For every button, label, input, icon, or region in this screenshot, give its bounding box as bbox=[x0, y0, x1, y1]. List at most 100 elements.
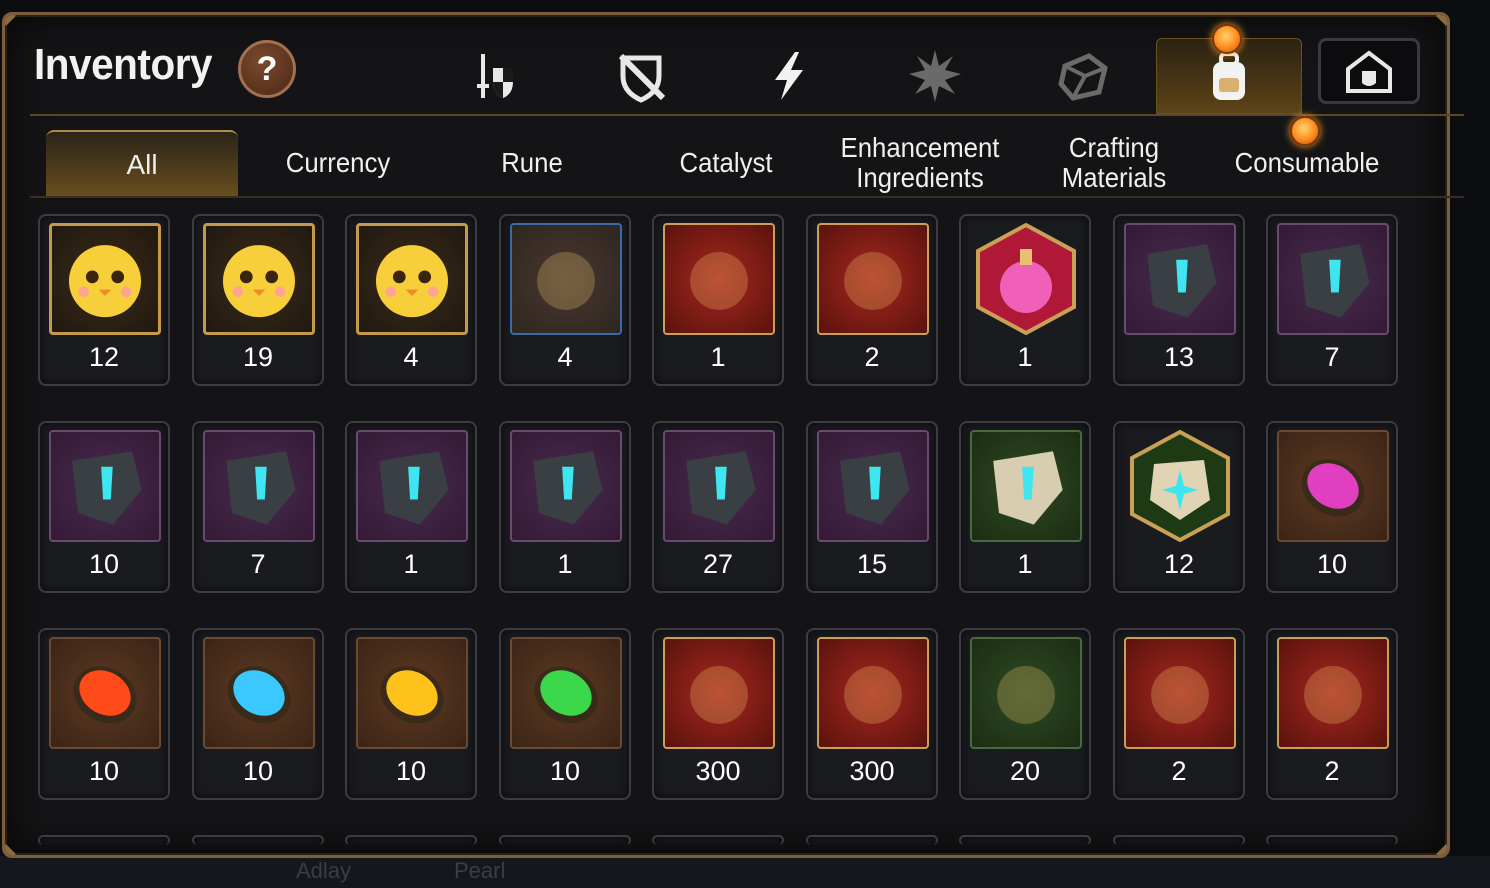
inventory-slot[interactable] bbox=[38, 835, 170, 845]
item-count: 1 bbox=[403, 549, 419, 579]
page-title: Inventory bbox=[34, 40, 213, 89]
inventory-slot[interactable]: 1 bbox=[959, 421, 1091, 593]
hammer-rune-stone-icon bbox=[663, 430, 775, 542]
boot-rune-stone-icon bbox=[203, 430, 315, 542]
item-count: 27 bbox=[702, 549, 734, 579]
inventory-slot[interactable] bbox=[1113, 835, 1245, 845]
pink-gem-icon bbox=[1277, 430, 1389, 542]
tab-currency[interactable]: Currency bbox=[253, 130, 422, 196]
tab-rune[interactable]: Rune bbox=[447, 130, 616, 196]
item-count: 7 bbox=[1324, 342, 1340, 372]
inventory-slot[interactable]: 1 bbox=[652, 214, 784, 386]
item-count: 1 bbox=[1017, 342, 1033, 372]
inventory-slot[interactable]: 10 bbox=[499, 628, 631, 800]
inventory-slot[interactable]: 12 bbox=[1113, 421, 1245, 593]
tab-enhancement-ingredients[interactable]: Enhancement Ingredients bbox=[834, 130, 1007, 196]
inventory-slot[interactable]: 19 bbox=[192, 214, 324, 386]
notification-dot bbox=[1290, 116, 1320, 146]
item-count: 300 bbox=[849, 756, 895, 786]
inventory-slot[interactable]: 10 bbox=[1266, 421, 1398, 593]
inventory-slot[interactable] bbox=[806, 835, 938, 845]
red-horn-icon bbox=[1124, 637, 1236, 749]
background-label: Pearl bbox=[454, 858, 506, 883]
yellow-mascot-brown-icon bbox=[203, 223, 315, 335]
item-count: 10 bbox=[549, 756, 581, 786]
inventory-slot[interactable]: 7 bbox=[192, 421, 324, 593]
item-count: 1 bbox=[710, 342, 726, 372]
item-count: 12 bbox=[1163, 549, 1195, 579]
dark-dust-icon bbox=[1277, 637, 1389, 749]
inventory-slot[interactable]: 13 bbox=[1113, 214, 1245, 386]
item-count: 2 bbox=[864, 342, 880, 372]
inventory-slot[interactable]: 300 bbox=[652, 628, 784, 800]
background-strip bbox=[0, 856, 1490, 888]
rainbow-crystal-icon bbox=[663, 637, 775, 749]
inventory-slot[interactable]: 1 bbox=[345, 421, 477, 593]
star-white-stone-icon bbox=[1124, 430, 1236, 542]
inventory-slot[interactable] bbox=[959, 835, 1091, 845]
cube-icon bbox=[1058, 53, 1108, 101]
inventory-slot[interactable]: 10 bbox=[38, 628, 170, 800]
inventory-slot[interactable]: 1 bbox=[499, 421, 631, 593]
inventory-slot[interactable]: 15 bbox=[806, 421, 938, 593]
gold-crystals-icon bbox=[510, 223, 622, 335]
tab-catalyst[interactable]: Catalyst bbox=[641, 130, 810, 196]
item-count: 4 bbox=[403, 342, 419, 372]
notification-dot bbox=[1212, 24, 1242, 54]
inventory-slot[interactable] bbox=[499, 835, 631, 845]
item-count: 10 bbox=[88, 549, 120, 579]
inventory-slot[interactable]: 10 bbox=[192, 628, 324, 800]
item-count: 20 bbox=[1009, 756, 1041, 786]
inventory-slot[interactable] bbox=[652, 835, 784, 845]
item-count: 2 bbox=[1324, 756, 1340, 786]
inventory-slot[interactable]: 300 bbox=[806, 628, 938, 800]
inventory-slot[interactable] bbox=[1266, 835, 1398, 845]
shield-broken-icon bbox=[618, 53, 666, 103]
divider bbox=[30, 196, 1464, 198]
item-count: 300 bbox=[695, 756, 741, 786]
tab-skills[interactable] bbox=[754, 42, 824, 110]
tab-crafting-materials[interactable]: Crafting Materials bbox=[1037, 130, 1192, 196]
tab-special[interactable] bbox=[900, 42, 970, 110]
yellow-mascot-red-icon bbox=[49, 223, 161, 335]
backpack-icon bbox=[1213, 52, 1245, 100]
inventory-slot[interactable]: 10 bbox=[38, 421, 170, 593]
help-button[interactable]: ? bbox=[238, 40, 296, 98]
tab-artifacts[interactable] bbox=[1048, 42, 1118, 110]
inventory-slot[interactable] bbox=[345, 835, 477, 845]
town-castle-icon bbox=[1346, 50, 1392, 93]
tab-defense[interactable] bbox=[606, 42, 676, 110]
grey-claw-icon bbox=[970, 637, 1082, 749]
inventory-slot[interactable]: 12 bbox=[38, 214, 170, 386]
inventory-slot[interactable]: 2 bbox=[1113, 628, 1245, 800]
inventory-slot[interactable]: 1 bbox=[959, 214, 1091, 386]
item-count: 12 bbox=[88, 342, 120, 372]
inventory-slot[interactable]: 27 bbox=[652, 421, 784, 593]
lightning-icon bbox=[775, 52, 803, 100]
inventory-slot[interactable] bbox=[192, 835, 324, 845]
green-gem-icon bbox=[510, 637, 622, 749]
inventory-slot[interactable]: 7 bbox=[1266, 214, 1398, 386]
swirl-rune-stone-icon bbox=[1277, 223, 1389, 335]
tab-equipment[interactable] bbox=[460, 42, 530, 110]
tab-all[interactable]: All bbox=[46, 130, 238, 198]
item-count: 13 bbox=[1163, 342, 1195, 372]
item-count: 1 bbox=[1017, 549, 1033, 579]
inventory-slot[interactable]: 2 bbox=[806, 214, 938, 386]
inventory-slot[interactable]: 20 bbox=[959, 628, 1091, 800]
item-count: 10 bbox=[88, 756, 120, 786]
treasure-chest-icon bbox=[817, 223, 929, 335]
inventory-slot[interactable]: 2 bbox=[1266, 628, 1398, 800]
item-count: 7 bbox=[250, 549, 266, 579]
yellow-gem-icon bbox=[356, 637, 468, 749]
ring-rune-stone-icon bbox=[356, 430, 468, 542]
pink-potion-icon bbox=[970, 223, 1082, 335]
item-count: 4 bbox=[557, 342, 573, 372]
item-count: 15 bbox=[856, 549, 888, 579]
town-button[interactable] bbox=[1318, 38, 1420, 104]
sword-rune-stone-icon bbox=[1124, 223, 1236, 335]
item-count: 10 bbox=[1316, 549, 1348, 579]
inventory-slot[interactable]: 4 bbox=[499, 214, 631, 386]
inventory-slot[interactable]: 10 bbox=[345, 628, 477, 800]
inventory-slot[interactable]: 4 bbox=[345, 214, 477, 386]
